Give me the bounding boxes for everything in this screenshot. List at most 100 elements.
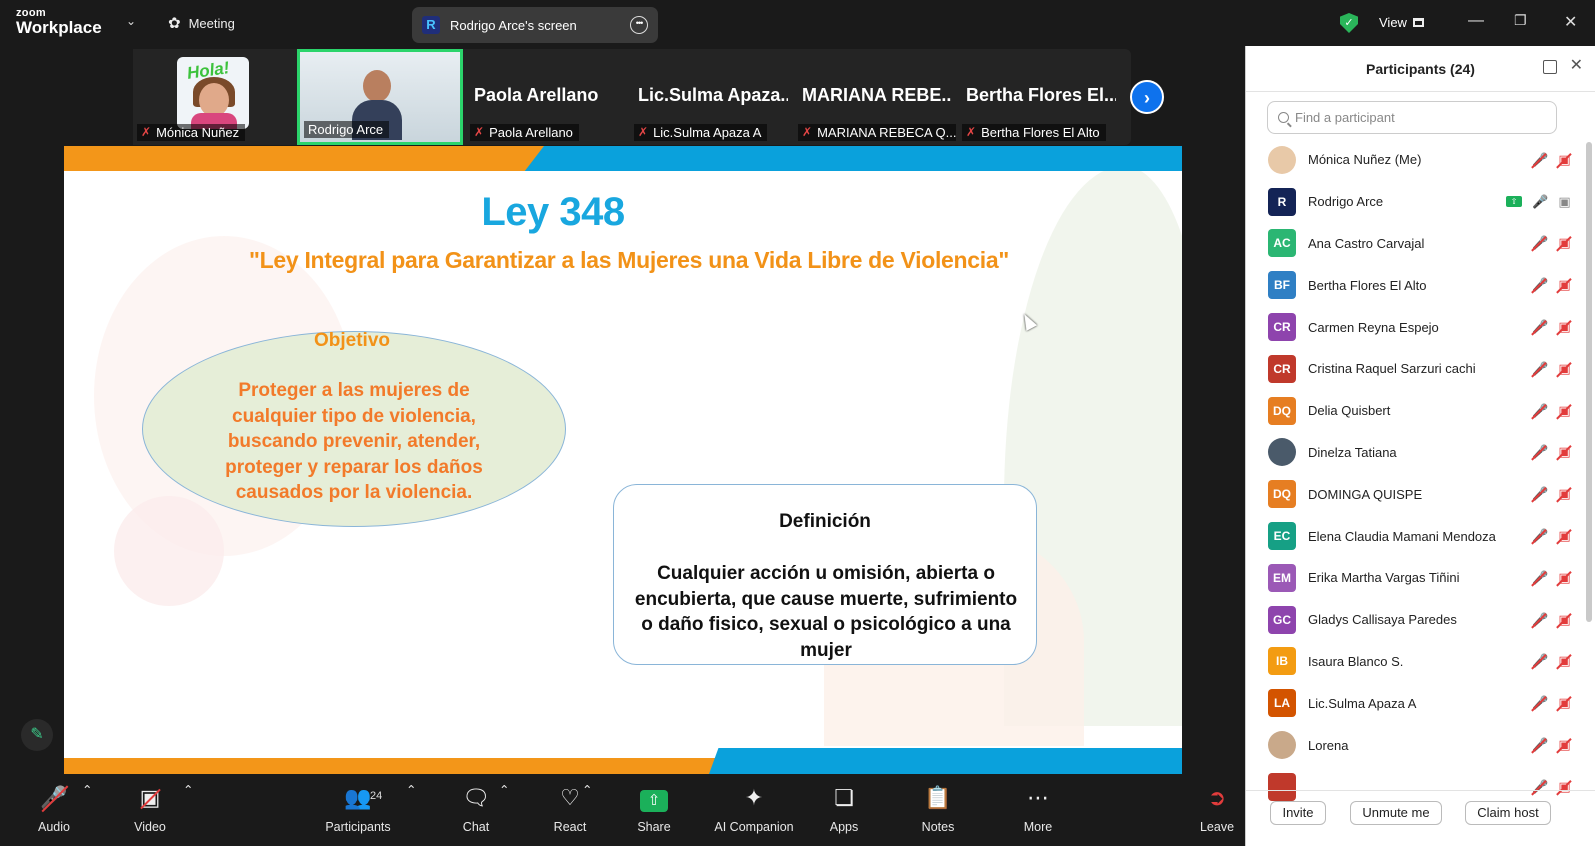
camera-off-icon[interactable]: ▣ [1557,486,1572,502]
leave-button[interactable]: ➲ Leave [1198,782,1236,834]
participant-row[interactable]: IB Isaura Blanco S. 🎤 ▣ [1246,641,1572,683]
participant-row[interactable]: DQ Delia Quisbert 🎤 ▣ [1246,390,1572,432]
mic-muted-icon: ✗ [966,125,977,139]
more-button[interactable]: ⋯ More [1020,782,1056,834]
video-tile[interactable]: Bertha Flores El... ✗ Bertha Flores El Al… [958,49,1120,145]
microphone-muted-icon[interactable]: 🎤 [1532,695,1548,711]
camera-off-icon[interactable]: ▣ [1557,152,1572,168]
slide-bottom-band [64,746,1182,774]
camera-off-icon[interactable]: ▣ [1557,570,1572,586]
microphone-muted-icon[interactable]: 🎤 [1532,403,1548,419]
camera-off-icon[interactable]: ▣ [1557,235,1572,251]
avatar: CR [1268,313,1296,342]
security-shield-icon[interactable]: ✓ [1340,13,1358,33]
participant-row[interactable]: AC Ana Castro Carvajal 🎤 ▣ [1246,223,1572,265]
video-strip: Hola! ✗ Mónica Nuñez Rodrigo Arce Paola A… [133,49,1131,145]
participant-status-icons: 🎤 ▣ [1532,486,1572,502]
close-icon[interactable]: ✕ [1570,58,1583,74]
participant-status-icons: 🎤 ▣ [1532,528,1572,544]
video-tile[interactable]: Paola Arellano ✗ Paola Arellano [466,49,628,145]
participant-row[interactable]: CR Cristina Raquel Sarzuri cachi 🎤 ▣ [1246,348,1572,390]
search-input[interactable]: Find a participant [1267,101,1557,134]
camera-off-icon[interactable]: ▣ [1557,737,1572,753]
notes-button[interactable]: 📋 Notes [920,782,956,834]
microphone-muted-icon[interactable]: 🎤 [1532,444,1548,460]
chat-options-caret[interactable]: ⌃ [499,782,509,797]
camera-off-icon[interactable]: ▣ [1557,361,1572,377]
react-options-caret[interactable]: ⌃ [582,782,592,797]
unmute-me-button[interactable]: Unmute me [1350,801,1442,825]
camera-off-icon[interactable]: ▣ [1557,319,1572,335]
mic-muted-icon: ✗ [474,125,485,139]
video-tile[interactable]: Hola! ✗ Mónica Nuñez [133,49,295,145]
meeting-menu-button[interactable]: ✿ Meeting [168,14,235,32]
camera-off-icon[interactable]: ▣ [1557,444,1572,460]
participant-row[interactable]: Dinelza Tatiana 🎤 ▣ [1246,432,1572,474]
microphone-muted-icon[interactable]: 🎤 [1532,653,1548,669]
video-tile[interactable]: Lic.Sulma Apaza... ✗ Lic.Sulma Apaza A [630,49,792,145]
camera-off-icon[interactable]: ▣ [1557,528,1572,544]
invite-button[interactable]: Invite [1270,801,1326,825]
tile-label: ✗ Bertha Flores El Alto [962,124,1106,141]
participants-options-caret[interactable]: ⌃ [406,782,416,797]
microphone-muted-icon[interactable]: 🎤 [1532,612,1548,628]
chevron-down-icon[interactable]: ⌄ [126,14,136,28]
restore-icon[interactable]: ❐ [1514,12,1527,29]
microphone-muted-icon[interactable]: 🎤 [1532,737,1548,753]
microphone-icon[interactable]: 🎤 [1532,194,1548,210]
microphone-muted-icon[interactable]: 🎤 [1532,486,1548,502]
audio-options-caret[interactable]: ⌃ [82,782,92,797]
participant-row[interactable]: Mónica Nuñez (Me) 🎤 ▣ [1246,139,1572,181]
screen-share-indicator[interactable]: R Rodrigo Arce's screen ••• [412,7,658,43]
participant-status-icons: 🎤 ▣ [1532,319,1572,335]
participant-name: Lic.Sulma Apaza A [1308,695,1417,711]
camera-off-icon[interactable]: ▣ [1557,695,1572,711]
video-tile-active-speaker[interactable]: Rodrigo Arce [297,49,463,145]
participant-row[interactable]: GC Gladys Callisaya Paredes 🎤 ▣ [1246,599,1572,641]
participant-row[interactable]: CR Carmen Reyna Espejo 🎤 ▣ [1246,306,1572,348]
audio-button[interactable]: 🎤 Audio [36,782,72,834]
share-button[interactable]: ⇧ Share [634,782,674,834]
camera-icon[interactable]: ▣ [1557,194,1572,210]
pop-out-icon[interactable] [1543,60,1557,74]
camera-off-icon[interactable]: ▣ [1557,277,1572,293]
avatar: CR [1268,354,1296,383]
scrollbar[interactable] [1586,142,1592,622]
annotate-pencil-icon[interactable]: ✎ [21,719,53,751]
ai-companion-button[interactable]: ✦ AI Companion [708,782,800,834]
participant-status-icons: 🎤 ▣ [1532,403,1572,419]
microphone-muted-icon[interactable]: 🎤 [1532,570,1548,586]
microphone-muted-icon[interactable]: 🎤 [1532,277,1548,293]
view-button[interactable]: View [1379,15,1424,30]
participants-button[interactable]: 👥 24 Participants [322,782,394,834]
sharing-screen-icon: ⇧ [1506,196,1522,208]
video-tile[interactable]: MARIANA REBE... ✗ MARIANA REBECA Q... [794,49,956,145]
microphone-muted-icon[interactable]: 🎤 [1532,528,1548,544]
video-button[interactable]: ▣ Video [130,782,170,834]
participant-row[interactable]: LA Lic.Sulma Apaza A 🎤 ▣ [1246,682,1572,724]
close-window-icon[interactable]: ✕ [1564,12,1577,32]
participant-row[interactable]: BF Bertha Flores El Alto 🎤 ▣ [1246,264,1572,306]
microphone-muted-icon[interactable]: 🎤 [1532,152,1548,168]
participant-row[interactable]: R Rodrigo Arce ⇧ 🎤 ▣ [1246,181,1572,223]
claim-host-button[interactable]: Claim host [1465,801,1551,825]
camera-off-icon[interactable]: ▣ [1557,612,1572,628]
apps-icon: ❏ [834,785,854,810]
microphone-muted-icon[interactable]: 🎤 [1532,361,1548,377]
camera-off-icon[interactable]: ▣ [1557,403,1572,419]
camera-off-icon[interactable]: ▣ [1557,653,1572,669]
avatar: GC [1268,605,1296,634]
participant-row[interactable]: EC Elena Claudia Mamani Mendoza 🎤 ▣ [1246,515,1572,557]
video-options-caret[interactable]: ⌃ [183,782,193,797]
avatar [1268,145,1296,174]
microphone-muted-icon[interactable]: 🎤 [1532,319,1548,335]
more-options-icon[interactable]: ••• [630,16,648,34]
microphone-muted-icon[interactable]: 🎤 [1532,235,1548,251]
apps-button[interactable]: ❏ Apps [826,782,862,834]
participant-row[interactable]: Lorena 🎤 ▣ [1246,724,1572,766]
participant-row[interactable]: EM Erika Martha Vargas Tiñini 🎤 ▣ [1246,557,1572,599]
minimize-icon[interactable]: — [1468,12,1484,30]
participant-row[interactable]: DQ DOMINGA QUISPE 🎤 ▣ [1246,473,1572,515]
next-page-arrow-icon[interactable]: › [1130,80,1164,114]
chat-button[interactable]: 🗨 Chat [458,782,494,834]
